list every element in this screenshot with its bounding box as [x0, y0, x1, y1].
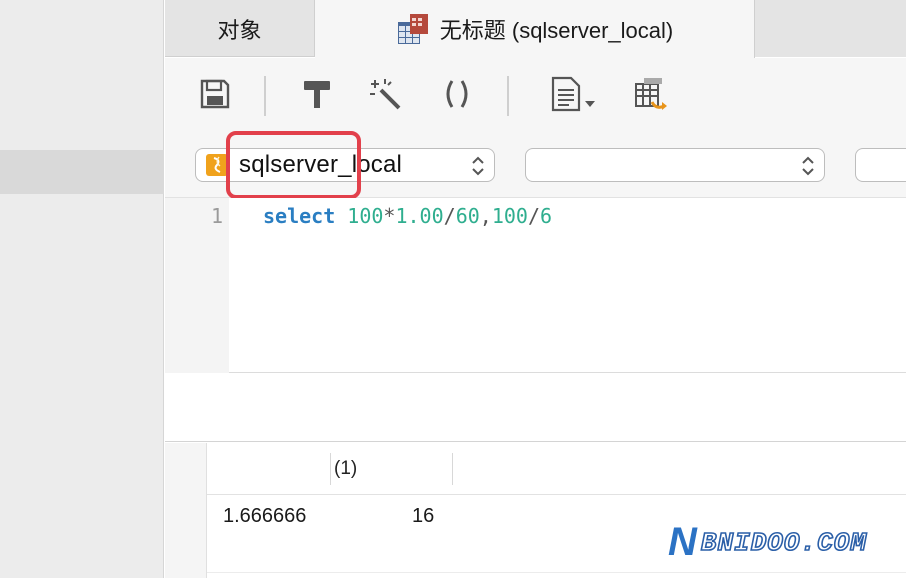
beautify-button[interactable] [365, 74, 405, 114]
document-icon [551, 76, 595, 112]
chevron-updown-icon [802, 156, 814, 176]
column-header[interactable]: (1) [334, 443, 452, 495]
toolbar-separator [507, 76, 509, 116]
sql-operator: / [443, 204, 456, 228]
tab-bar: 对象 无标题 (sqlserver_local) [165, 0, 906, 58]
export-button[interactable] [631, 74, 671, 114]
build-button[interactable] [297, 74, 337, 114]
row-divider [207, 572, 906, 573]
line-gutter: 1 [165, 198, 229, 373]
tab-objects-label: 对象 [217, 17, 262, 43]
database-select[interactable] [525, 148, 825, 182]
schema-select[interactable] [855, 148, 906, 182]
sql-editor[interactable]: 1 select 100*1.00/60,100/6 [165, 198, 906, 373]
sql-operator: / [527, 204, 540, 228]
table-export-icon [635, 78, 667, 110]
magic-wand-icon [370, 79, 401, 110]
save-button[interactable] [195, 74, 235, 114]
watermark-text: BNIDOO.COM [700, 527, 867, 559]
code-snippet-button[interactable] [545, 74, 601, 114]
sql-number: 6 [540, 204, 553, 228]
sql-number: 60 [455, 204, 480, 228]
sql-keyword: select [263, 204, 336, 228]
save-icon [200, 79, 230, 109]
column-separator [330, 453, 331, 485]
row-number-column [165, 443, 207, 578]
message-area [165, 374, 906, 442]
column-header[interactable] [223, 443, 331, 495]
tab-query-label: 无标题 (sqlserver_local) [439, 18, 674, 43]
parentheses-button[interactable] [437, 74, 477, 114]
toolbar-separator [264, 76, 266, 116]
query-table-icon [397, 14, 428, 44]
column-separator [452, 453, 453, 485]
watermark-logo: N BNIDOO.COM [668, 520, 867, 565]
highlight-annotation [226, 131, 361, 199]
table-cell[interactable]: 1.666666 [223, 505, 306, 528]
sql-number: 100 [347, 204, 384, 228]
sql-comma: , [479, 204, 492, 228]
sql-number: 1.00 [395, 204, 444, 228]
table-cell[interactable]: 16 [412, 505, 434, 528]
sql-operator: * [383, 204, 396, 228]
chevron-updown-icon [472, 156, 484, 176]
grid-header: (1) [207, 443, 906, 495]
app-window: 对象 无标题 (sqlserver_local) sqlserver_local… [0, 0, 906, 578]
sidebar-selected-item[interactable] [0, 150, 164, 194]
sql-number: 100 [491, 204, 528, 228]
tab-objects[interactable]: 对象 [165, 0, 315, 57]
tab-bar-empty [755, 0, 906, 57]
parentheses-icon [446, 80, 468, 108]
code-line: select 100*1.00/60,100/6 [263, 204, 552, 228]
tab-query[interactable]: 无标题 (sqlserver_local) [315, 0, 755, 58]
hammer-icon [304, 81, 330, 108]
sidebar [0, 0, 164, 578]
watermark-letter: N [668, 520, 697, 564]
line-number: 1 [210, 204, 223, 228]
editor-toolbar [165, 58, 906, 130]
